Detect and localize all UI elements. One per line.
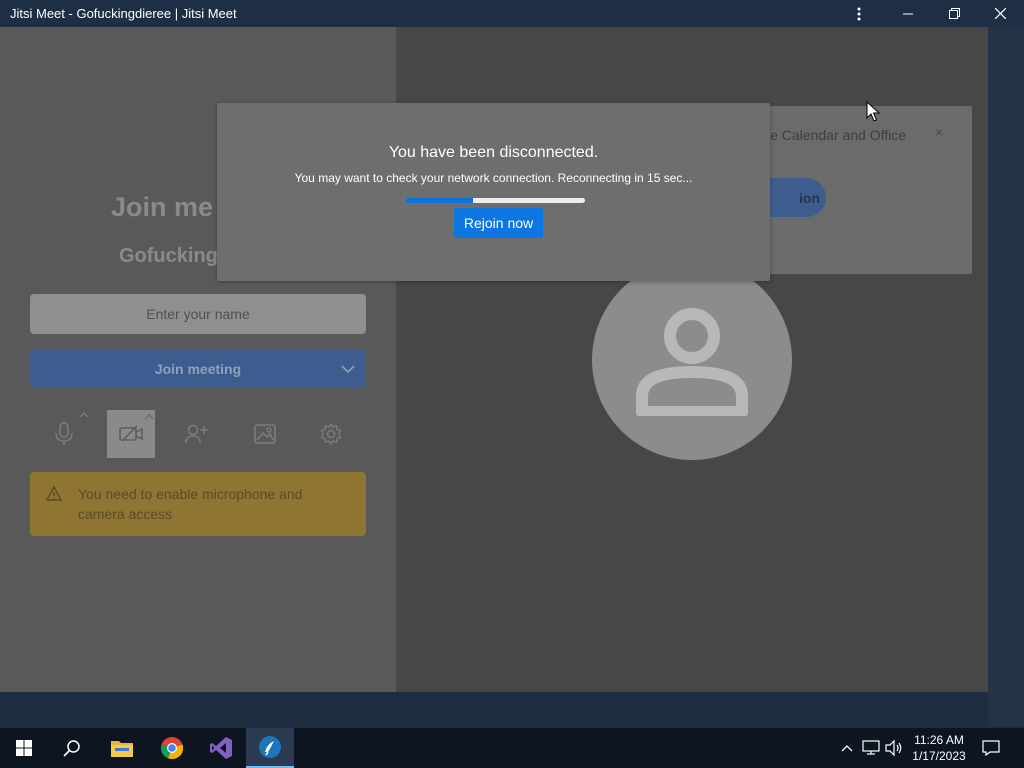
camera-off-icon bbox=[119, 425, 143, 442]
desktop-band bbox=[0, 692, 988, 728]
visual-studio-icon bbox=[210, 737, 232, 759]
clock-date: 1/17/2023 bbox=[912, 749, 966, 763]
name-input[interactable] bbox=[30, 294, 366, 334]
reconnect-progress-fill bbox=[405, 198, 474, 203]
start-button[interactable] bbox=[0, 728, 48, 768]
window-edge bbox=[988, 27, 1024, 727]
rejoin-button[interactable]: Rejoin now bbox=[454, 208, 543, 238]
file-explorer-button[interactable] bbox=[98, 728, 146, 768]
background-icon bbox=[254, 424, 276, 444]
file-explorer-icon bbox=[111, 741, 133, 757]
more-vertical-icon[interactable] bbox=[837, 0, 881, 27]
background-button[interactable] bbox=[241, 410, 289, 458]
prejoin-title: Join me bbox=[111, 192, 214, 222]
action-center-button[interactable] bbox=[981, 738, 1001, 758]
minimize-button[interactable] bbox=[886, 0, 930, 27]
windows-start-icon bbox=[16, 740, 32, 756]
chrome-icon bbox=[160, 737, 184, 760]
restore-button[interactable] bbox=[932, 0, 976, 27]
chevron-up-icon bbox=[841, 745, 853, 752]
prejoin-toolbar bbox=[30, 410, 366, 460]
invite-button[interactable] bbox=[173, 410, 221, 458]
notification-close-icon[interactable]: × bbox=[935, 124, 943, 140]
chevron-up-icon[interactable] bbox=[144, 412, 154, 422]
avatar bbox=[592, 260, 792, 460]
microphone-icon bbox=[55, 422, 73, 445]
notification-icon bbox=[982, 740, 1000, 756]
search-icon bbox=[63, 740, 80, 757]
restore-icon bbox=[948, 8, 960, 19]
settings-button[interactable] bbox=[307, 410, 355, 458]
dialog-title: You have been disconnected. bbox=[388, 144, 599, 161]
jitsi-app-icon bbox=[259, 736, 281, 758]
jitsi-taskbar-button[interactable] bbox=[246, 728, 294, 768]
mouse-cursor-icon bbox=[866, 101, 880, 122]
taskbar: 11:26 AM 1/17/2023 bbox=[0, 728, 1024, 768]
network-button[interactable] bbox=[861, 738, 881, 758]
jitsi-app: Join me Gofucking Join meeting bbox=[0, 27, 988, 692]
tray-overflow-button[interactable] bbox=[837, 738, 857, 758]
reconnect-progress bbox=[405, 198, 585, 203]
chrome-button[interactable] bbox=[148, 728, 196, 768]
notification-action-button[interactable]: ion bbox=[767, 178, 826, 217]
close-button[interactable] bbox=[978, 0, 1022, 27]
meeting-name: Gofucking bbox=[119, 245, 218, 267]
system-clock[interactable]: 11:26 AM 1/17/2023 bbox=[900, 732, 978, 764]
network-icon bbox=[862, 740, 880, 755]
invite-icon bbox=[185, 424, 208, 444]
window-titlebar: Jitsi Meet - Gofuckingdieree | Jitsi Mee… bbox=[0, 0, 1024, 27]
search-button[interactable] bbox=[48, 728, 96, 768]
chevron-up-icon[interactable] bbox=[79, 410, 89, 420]
warning-icon bbox=[46, 486, 62, 501]
window-title: Jitsi Meet - Gofuckingdieree | Jitsi Mee… bbox=[10, 6, 237, 21]
clock-time: 11:26 AM bbox=[914, 733, 964, 747]
join-meeting-label: Join meeting bbox=[154, 361, 242, 377]
notification-text: le Calendar and Office bbox=[767, 127, 907, 143]
chevron-down-icon[interactable] bbox=[340, 361, 356, 377]
visual-studio-button[interactable] bbox=[197, 728, 245, 768]
dialog-message: You may want to check your network conne… bbox=[294, 171, 693, 185]
permission-warning: You need to enable microphone and camera… bbox=[30, 472, 366, 536]
warning-text: You need to enable microphone and camera… bbox=[78, 486, 303, 522]
calendar-notification: le Calendar and Office × ion bbox=[767, 106, 972, 274]
settings-icon bbox=[320, 423, 342, 445]
disconnected-dialog: You have been disconnected. You may want… bbox=[217, 103, 770, 281]
user-icon bbox=[636, 308, 748, 416]
close-icon bbox=[994, 8, 1006, 19]
join-meeting-button[interactable]: Join meeting bbox=[30, 350, 366, 388]
minimize-icon bbox=[903, 13, 913, 14]
